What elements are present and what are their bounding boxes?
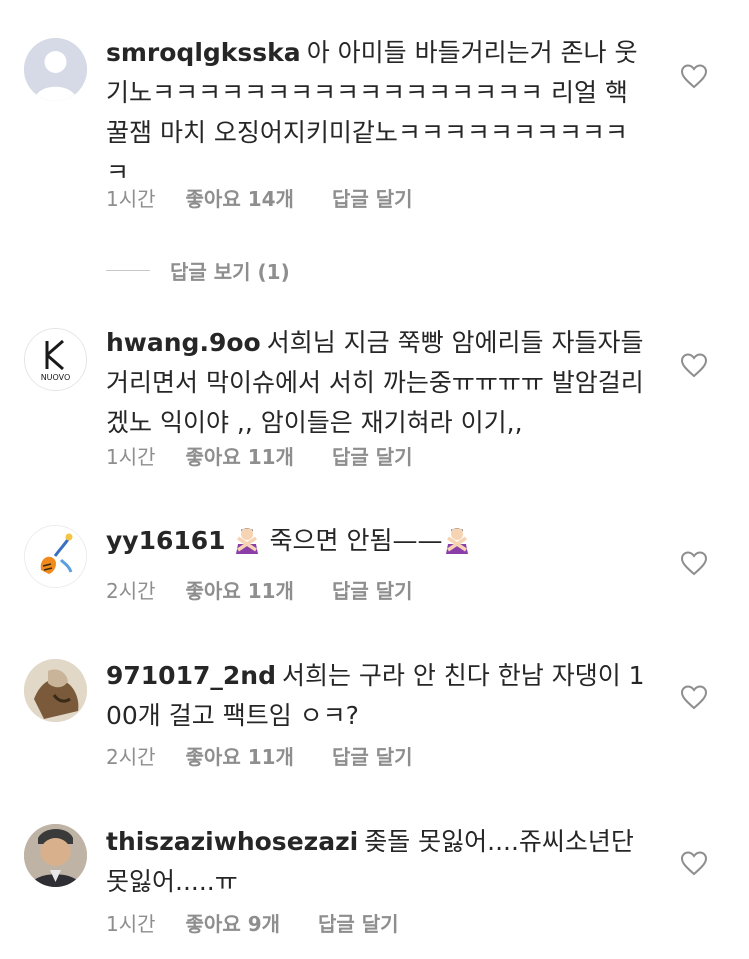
avatar[interactable]	[24, 824, 87, 887]
comment-likes[interactable]: 좋아요 9개	[186, 908, 280, 937]
person-gesturing-no-emoji	[446, 528, 469, 554]
comment-username[interactable]: yy16161	[106, 526, 226, 555]
view-replies-toggle[interactable]: 답글 보기 (1)	[106, 256, 290, 285]
comment-username[interactable]: hwang.9oo	[106, 328, 261, 357]
person-gesturing-no-emoji	[235, 528, 258, 554]
avatar[interactable]: NUOVO	[24, 328, 87, 391]
reply-button[interactable]: 답글 달기	[318, 908, 399, 937]
heart-outline-icon[interactable]	[680, 352, 708, 378]
heart-outline-icon[interactable]	[680, 684, 708, 710]
comment-time: 2시간	[106, 579, 156, 603]
avatar-logo-text: NUOVO	[41, 373, 71, 382]
comment-body: yy16161 죽으면 안됨——	[106, 521, 646, 561]
tigger-avatar-icon	[25, 526, 86, 587]
reply-button[interactable]: 답글 달기	[332, 183, 413, 212]
comment-time: 2시간	[106, 745, 156, 769]
reply-button[interactable]: 답글 달기	[332, 441, 413, 470]
photo-avatar-icon	[24, 659, 87, 722]
comment-body: hwang.9oo 서희님 지금 쭉빵 암에리들 자들자들 거리면서 막이슈에서 …	[106, 323, 646, 443]
comment-body: 971017_2nd 서희는 구라 안 친다 한남 자댕이 100개 걸고 팩트임…	[106, 656, 646, 736]
comment-username[interactable]: 971017_2nd	[106, 661, 276, 690]
comment-meta: 2시간 좋아요 11개 답글 달기	[106, 575, 451, 604]
heart-outline-icon[interactable]	[680, 550, 708, 576]
comment-time: 1시간	[106, 187, 156, 211]
avatar[interactable]	[24, 659, 87, 722]
reply-button[interactable]: 답글 달기	[332, 741, 413, 770]
default-avatar-icon	[24, 38, 87, 101]
heart-outline-icon[interactable]	[680, 63, 708, 89]
comment-likes[interactable]: 좋아요 14개	[186, 183, 294, 212]
heart-outline-icon[interactable]	[680, 850, 708, 876]
replies-divider	[106, 270, 150, 271]
comment-likes[interactable]: 좋아요 11개	[186, 441, 294, 470]
comment-meta: 1시간 좋아요 11개 답글 달기	[106, 441, 451, 470]
comment-time: 1시간	[106, 912, 156, 936]
comment-likes[interactable]: 좋아요 11개	[186, 575, 294, 604]
comment-body: smroqlgksska 아 아미들 바들거리는거 존나 웃기노ㅋㅋㅋㅋㅋㅋㅋㅋㅋ…	[106, 33, 646, 193]
comment-body: thiszaziwhosezazi 좆돌 못잃어....쥬씨소년단 못잃어....…	[106, 822, 646, 902]
comment-meta: 1시간 좋아요 9개 답글 달기	[106, 908, 437, 937]
comment-username[interactable]: smroqlgksska	[106, 38, 301, 67]
comment-meta: 2시간 좋아요 11개 답글 달기	[106, 741, 451, 770]
comment-likes[interactable]: 좋아요 11개	[186, 741, 294, 770]
reply-button[interactable]: 답글 달기	[332, 575, 413, 604]
comment-text: 죽으면 안됨——	[269, 526, 443, 555]
view-replies-label: 답글 보기 (1)	[170, 260, 290, 284]
avatar[interactable]	[24, 38, 87, 101]
comment-time: 1시간	[106, 445, 156, 469]
comment-username[interactable]: thiszaziwhosezazi	[106, 827, 358, 856]
photo-avatar-icon	[24, 824, 87, 887]
avatar[interactable]	[24, 525, 87, 588]
nuovo-logo-icon: NUOVO	[25, 329, 86, 390]
comment-meta: 1시간 좋아요 14개 답글 달기	[106, 183, 451, 212]
